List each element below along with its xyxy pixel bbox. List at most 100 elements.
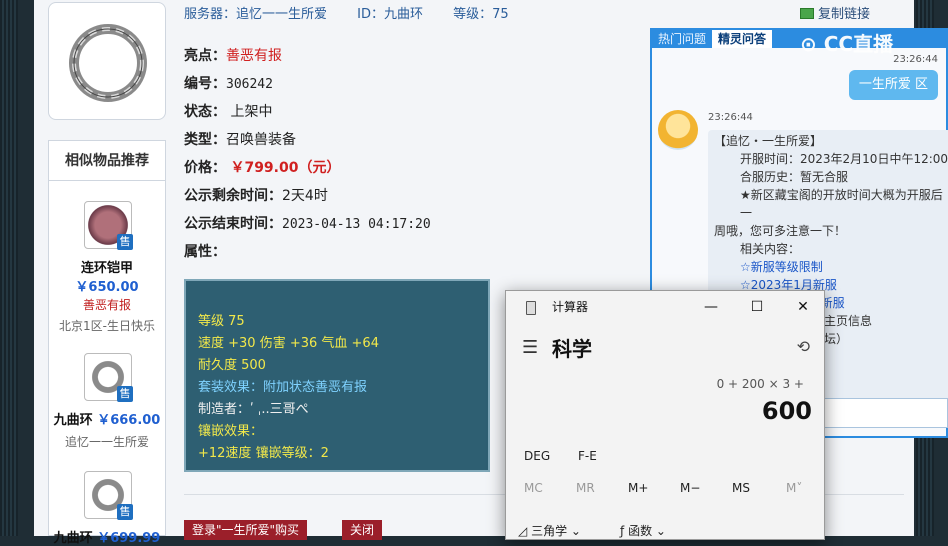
similar-items-title: 相似物品推荐 bbox=[49, 141, 165, 181]
similar-item-name-price: 九曲环 ￥699.99 bbox=[49, 527, 165, 546]
similar-item-server: 北京1区-生日快乐 bbox=[59, 319, 155, 333]
chain-ring-icon[interactable]: 售 bbox=[84, 471, 133, 520]
function-dropdown[interactable]: ƒ 函数 ⌄ bbox=[620, 522, 666, 539]
number-value: 306242 bbox=[226, 77, 273, 92]
cc-live-watermark: ⊙ CC直播 bbox=[800, 28, 893, 57]
end-time-label: 公示结束时间： bbox=[184, 216, 282, 232]
sell-badge: 售 bbox=[117, 234, 133, 250]
similar-items-panel: 相似物品推荐 售 连环铠甲 ￥650.00 善恶有报 北京1区-生日快乐 售 九… bbox=[48, 140, 166, 546]
calculator-title: 计算器 bbox=[552, 300, 589, 314]
calculator-app-icon bbox=[526, 301, 536, 315]
highlight-value: 善恶有报 bbox=[226, 48, 282, 64]
bot-line: 相关内容： bbox=[740, 242, 801, 256]
mr-button[interactable]: MR bbox=[576, 481, 595, 495]
highlight-row: 亮点：善恶有报 bbox=[184, 42, 654, 70]
attr-level: 等级 75 bbox=[198, 314, 245, 329]
calculator-titlebar[interactable]: 计算器 — ☐ ✕ bbox=[506, 291, 824, 323]
attributes-box: 等级 75 速度 +30 伤害 +36 气血 +64 耐久度 500 套装效果：… bbox=[184, 279, 490, 472]
sell-badge: 售 bbox=[117, 504, 133, 520]
calculator-display: 600 bbox=[761, 397, 812, 425]
minimize-button[interactable]: — bbox=[688, 291, 734, 323]
memory-list-button[interactable]: M˅ bbox=[786, 481, 802, 495]
trigonometry-dropdown[interactable]: ◿ 三角学 ⌄ bbox=[518, 522, 581, 539]
highlight-label: 亮点： bbox=[184, 48, 226, 64]
remaining-value: 2天4时 bbox=[282, 188, 328, 204]
history-icon[interactable]: ⟲ bbox=[797, 337, 810, 356]
cc-brand-text: CC直播 bbox=[823, 32, 894, 56]
user-message-bubble: 一生所爱 区 bbox=[848, 70, 938, 100]
similar-item-name: 九曲环 bbox=[53, 531, 93, 546]
attr-inlay-detail: +12速度 镶嵌等级：2 bbox=[198, 446, 329, 461]
attr-stats: 速度 +30 伤害 +36 气血 +64 bbox=[198, 336, 379, 351]
attr-inlay: 镶嵌效果： bbox=[198, 424, 264, 439]
type-value: 召唤兽装备 bbox=[226, 132, 296, 148]
server-label: 服务器：追忆一一生所爱 bbox=[184, 7, 328, 22]
close-button[interactable]: 关闭 bbox=[342, 520, 383, 540]
bot-line: ★新区藏宝阁的开放时间大概为开服后一 bbox=[740, 188, 943, 220]
end-time-value: 2023-04-13 04:17:20 bbox=[282, 217, 431, 232]
bot-line: 【追忆・一生所爱】 bbox=[714, 134, 823, 148]
link-icon bbox=[799, 8, 814, 19]
calculator-window: 计算器 — ☐ ✕ ☰ 科学 ⟲ 0 + 200 × 3 + 600 DEG F… bbox=[505, 290, 825, 540]
number-row: 编号：306242 bbox=[184, 70, 654, 98]
maximize-button[interactable]: ☐ bbox=[734, 291, 780, 323]
remaining-row: 公示剩余时间：2天4时 bbox=[184, 182, 654, 210]
attr-maker: 制造者：ʹ ˌ..三哥ぺ bbox=[198, 402, 309, 417]
item-detail: 亮点：善恶有报 编号：306242 状态： 上架中 类型：召唤兽装备 价格： ￥… bbox=[184, 42, 654, 266]
chain-ring-icon[interactable]: 售 bbox=[84, 353, 133, 402]
bot-avatar bbox=[658, 110, 698, 150]
type-row: 类型：召唤兽装备 bbox=[184, 126, 654, 154]
attr-set-effect: 套装效果：附加状态善恶有报 bbox=[198, 380, 368, 395]
buy-button[interactable]: 登录"一生所爱"购买 bbox=[184, 520, 308, 540]
item-image bbox=[48, 2, 166, 120]
copy-link-label: 复制链接 bbox=[817, 7, 870, 22]
bot-line: 周哦，您可多注意一下！ bbox=[714, 224, 847, 238]
armor-icon[interactable]: 售 bbox=[84, 201, 133, 250]
m-plus-button[interactable]: M+ bbox=[628, 481, 648, 495]
menu-icon[interactable]: ☰ bbox=[522, 337, 538, 358]
price-row: 价格： ￥799.00（元） bbox=[184, 154, 654, 182]
user-message-time: 23:26:44 bbox=[893, 54, 938, 65]
end-time-row: 公示结束时间：2023-04-13 04:17:20 bbox=[184, 210, 654, 238]
status-row: 状态： 上架中 bbox=[184, 98, 654, 126]
close-window-button[interactable]: ✕ bbox=[780, 291, 826, 323]
chat-tabs: 热门问题 精灵问答 bbox=[652, 30, 946, 48]
bot-line: 开服时间：2023年2月10日中午12:00 bbox=[740, 152, 948, 166]
deg-button[interactable]: DEG bbox=[524, 449, 550, 463]
bot-line: 合服历史：暂无合服 bbox=[740, 170, 849, 184]
similar-item-price: ￥666.00 bbox=[97, 413, 161, 428]
tab-sprite-qa[interactable]: 精灵问答 bbox=[712, 30, 773, 48]
chat-input[interactable] bbox=[820, 398, 948, 428]
background-stripe-left bbox=[0, 0, 18, 536]
similar-item-price: ￥699.99 bbox=[97, 531, 161, 546]
sell-badge: 售 bbox=[117, 386, 133, 402]
status-value: 上架中 bbox=[230, 104, 273, 120]
similar-item-tag: 善恶有报 bbox=[82, 298, 131, 312]
attributes-row: 属性： bbox=[184, 238, 654, 266]
attr-durability: 耐久度 500 bbox=[198, 358, 266, 373]
bot-link[interactable]: ☆新服等级限制 bbox=[714, 258, 948, 276]
item-header: 服务器：追忆一一生所爱 ID：九曲环 等级：75 复制链接 bbox=[184, 0, 904, 30]
similar-item-server: 追忆一一生所爱 bbox=[64, 435, 149, 449]
number-label: 编号： bbox=[184, 76, 226, 92]
calculator-mode: 科学 bbox=[552, 337, 592, 361]
remaining-label: 公示剩余时间： bbox=[184, 188, 282, 204]
similar-item-name: 九曲环 bbox=[53, 413, 93, 428]
similar-item-name-price: 九曲环 ￥666.00 bbox=[49, 409, 165, 428]
bot-link-text[interactable]: ☆新服等级限制 bbox=[740, 260, 823, 274]
status-label: 状态： bbox=[184, 104, 226, 120]
similar-item-price: ￥650.00 bbox=[75, 280, 139, 295]
ms-button[interactable]: MS bbox=[732, 481, 750, 495]
m-minus-button[interactable]: M− bbox=[680, 481, 700, 495]
attributes-label: 属性： bbox=[184, 244, 226, 260]
mc-button[interactable]: MC bbox=[524, 481, 543, 495]
cc-logo-icon: ⊙ bbox=[800, 32, 817, 56]
item-id-label: ID：九曲环 bbox=[357, 7, 424, 22]
copy-link-button[interactable]: 复制链接 bbox=[799, 0, 896, 30]
price-value: ￥799.00（元） bbox=[230, 160, 341, 176]
bot-message-time: 23:26:44 bbox=[708, 112, 753, 123]
fe-button[interactable]: F-E bbox=[578, 449, 597, 463]
calculator-expression: 0 + 200 × 3 + bbox=[716, 377, 804, 391]
price-label: 价格： bbox=[184, 160, 226, 176]
tab-hot-questions[interactable]: 热门问题 bbox=[652, 30, 712, 48]
